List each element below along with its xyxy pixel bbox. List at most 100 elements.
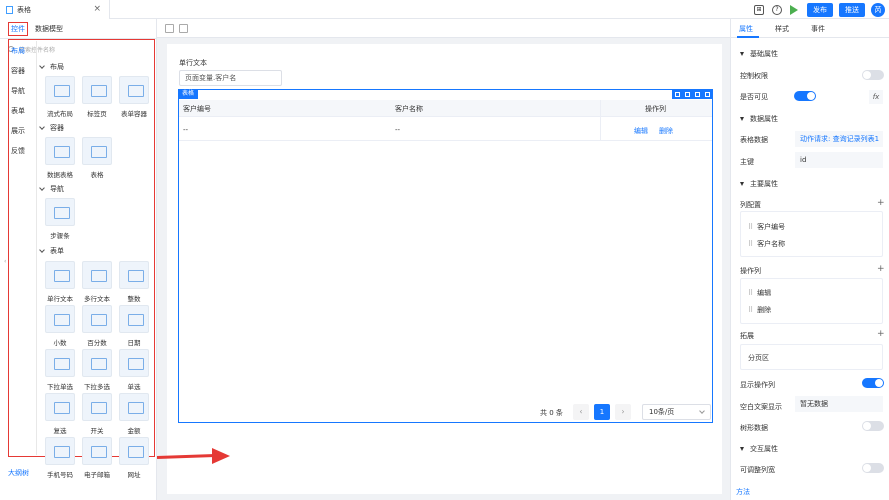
expand-item[interactable]: 分页区 — [748, 353, 769, 363]
column-divider — [600, 100, 601, 141]
component-flow-layout[interactable]: 流式布局 — [43, 76, 77, 118]
drag-handle-icon[interactable]: ⠿ — [748, 306, 753, 314]
group-layout[interactable]: 布局 — [39, 62, 64, 72]
integer-icon — [119, 261, 149, 289]
next-page-button[interactable]: › — [615, 404, 631, 420]
toggle-visible[interactable] — [794, 91, 816, 101]
column-item[interactable]: ⠿ 客户编号 — [748, 222, 785, 232]
canvas-toolbar — [157, 19, 730, 38]
toggle-permission[interactable] — [862, 70, 884, 80]
tab-properties[interactable]: 属性 — [739, 24, 753, 34]
category-feedback[interactable]: 反馈 — [11, 146, 33, 166]
save-icon[interactable] — [179, 24, 188, 33]
document-tab[interactable]: 表格 × — [0, 0, 110, 19]
preview-play-icon[interactable] — [790, 4, 798, 15]
group-container[interactable]: 容器 — [39, 123, 64, 133]
label-table-data: 表格数据 — [740, 136, 768, 144]
component-url[interactable]: 网址 — [117, 437, 151, 479]
fit-screen-icon[interactable] — [165, 24, 174, 33]
layout-icon[interactable]: ⊞ — [754, 4, 764, 15]
label-empty-text: 空白文案显示 — [740, 403, 782, 411]
section-data[interactable]: 数据属性 — [740, 114, 778, 124]
group-form[interactable]: 表单 — [39, 246, 64, 256]
toggle-show-op[interactable] — [862, 378, 884, 388]
component-radio[interactable]: 单选 — [117, 349, 151, 391]
table-tag: 表格 — [178, 89, 199, 99]
key-field[interactable]: id — [795, 152, 883, 168]
component-switch[interactable]: 开关 — [80, 393, 114, 435]
component-table[interactable]: 表格 — [80, 137, 114, 179]
table-data-field[interactable]: 动作请求: 查询记录列表1 — [795, 131, 883, 147]
section-main[interactable]: 主要属性 — [740, 179, 778, 189]
component-email[interactable]: 电子邮箱 — [80, 437, 114, 479]
category-form[interactable]: 表单 — [11, 106, 33, 126]
op-item[interactable]: ⠿ 编辑 — [748, 288, 771, 298]
delete-link[interactable]: 删除 — [659, 126, 673, 136]
mail-icon — [82, 437, 112, 465]
toggle-tree-data[interactable] — [862, 421, 884, 431]
op-item[interactable]: ⠿ 删除 — [748, 305, 771, 315]
component-tabs[interactable]: 标签页 — [80, 76, 114, 118]
phone-icon — [45, 437, 75, 465]
outline-tree-link[interactable]: 大纲树 — [8, 468, 29, 478]
group-nav[interactable]: 导航 — [39, 184, 64, 194]
category-nav[interactable]: 导航 — [11, 86, 33, 106]
move-icon[interactable] — [695, 91, 701, 97]
drag-handle-icon[interactable]: ⠿ — [748, 240, 753, 248]
category-layout[interactable]: 布局 — [11, 46, 33, 66]
drag-handle-icon[interactable]: ⠿ — [748, 289, 753, 297]
avatar[interactable]: 芮 — [871, 2, 885, 17]
collapse-handle[interactable]: ‹ — [4, 258, 6, 265]
tab-events[interactable]: 事件 — [811, 24, 825, 34]
column-item[interactable]: ⠿ 客户名称 — [748, 239, 785, 249]
expression-icon[interactable]: fx — [869, 90, 883, 104]
component-integer[interactable]: 整数 — [117, 261, 151, 303]
help-icon[interactable]: ? — [772, 4, 782, 15]
component-date[interactable]: 日期 — [117, 305, 151, 347]
edit-link[interactable]: 编辑 — [634, 126, 648, 136]
copy-icon[interactable] — [684, 91, 690, 97]
tab-data-model[interactable]: 数据模型 — [35, 24, 63, 34]
multi-dropdown-icon — [82, 349, 112, 377]
tab-styles[interactable]: 样式 — [775, 24, 789, 34]
drag-handle-icon[interactable]: ⠿ — [748, 223, 753, 231]
prev-page-button[interactable]: ‹ — [573, 404, 589, 420]
category-display[interactable]: 展示 — [11, 126, 33, 146]
component-amount[interactable]: 金额 — [117, 393, 151, 435]
component-steps[interactable]: 步骤条 — [43, 198, 77, 240]
label-visible: 是否可见 — [740, 93, 768, 101]
toggle-resizable[interactable] — [862, 463, 884, 473]
category-container[interactable]: 容器 — [11, 66, 33, 86]
cell-customer-name: -- — [395, 126, 401, 134]
component-multi-select[interactable]: 下拉多选 — [80, 349, 114, 391]
left-tabs: 控件 数据模型 — [0, 19, 157, 39]
section-interaction[interactable]: 交互属性 — [740, 444, 778, 454]
table-header: 客户编号 客户名称 操作列 — [179, 100, 712, 117]
tab-components[interactable]: 控件 — [8, 22, 28, 36]
empty-text-field[interactable]: 暂无数据 — [795, 396, 883, 412]
table-tools — [672, 89, 713, 99]
publish-button[interactable]: 发布 — [807, 2, 833, 17]
add-op-icon[interactable]: + — [877, 264, 885, 274]
add-expand-icon[interactable]: + — [877, 329, 885, 339]
push-button[interactable]: 推送 — [839, 2, 865, 17]
tabs-icon — [82, 76, 112, 104]
page-size-select[interactable]: 10条/页 — [642, 404, 711, 420]
delete-icon[interactable] — [705, 91, 711, 97]
component-multi-text[interactable]: 多行文本 — [80, 261, 114, 303]
component-phone[interactable]: 手机号码 — [43, 437, 77, 479]
single-text-input[interactable]: 页面变量.客户名 — [179, 70, 282, 86]
close-icon[interactable]: × — [93, 4, 101, 14]
component-form-container[interactable]: 表单容器 — [117, 76, 151, 118]
edit-icon[interactable] — [674, 91, 680, 97]
component-decimal[interactable]: 小数 — [43, 305, 77, 347]
methods-link[interactable]: 方法 — [736, 487, 750, 497]
component-data-table[interactable]: 数据表格 — [43, 137, 77, 179]
current-page[interactable]: 1 — [594, 404, 610, 420]
component-percent[interactable]: 百分数 — [80, 305, 114, 347]
component-checkbox[interactable]: 复选 — [43, 393, 77, 435]
component-single-text[interactable]: 单行文本 — [43, 261, 77, 303]
component-select[interactable]: 下拉单选 — [43, 349, 77, 391]
add-column-icon[interactable]: + — [877, 198, 885, 208]
section-basic[interactable]: 基础属性 — [740, 49, 778, 59]
